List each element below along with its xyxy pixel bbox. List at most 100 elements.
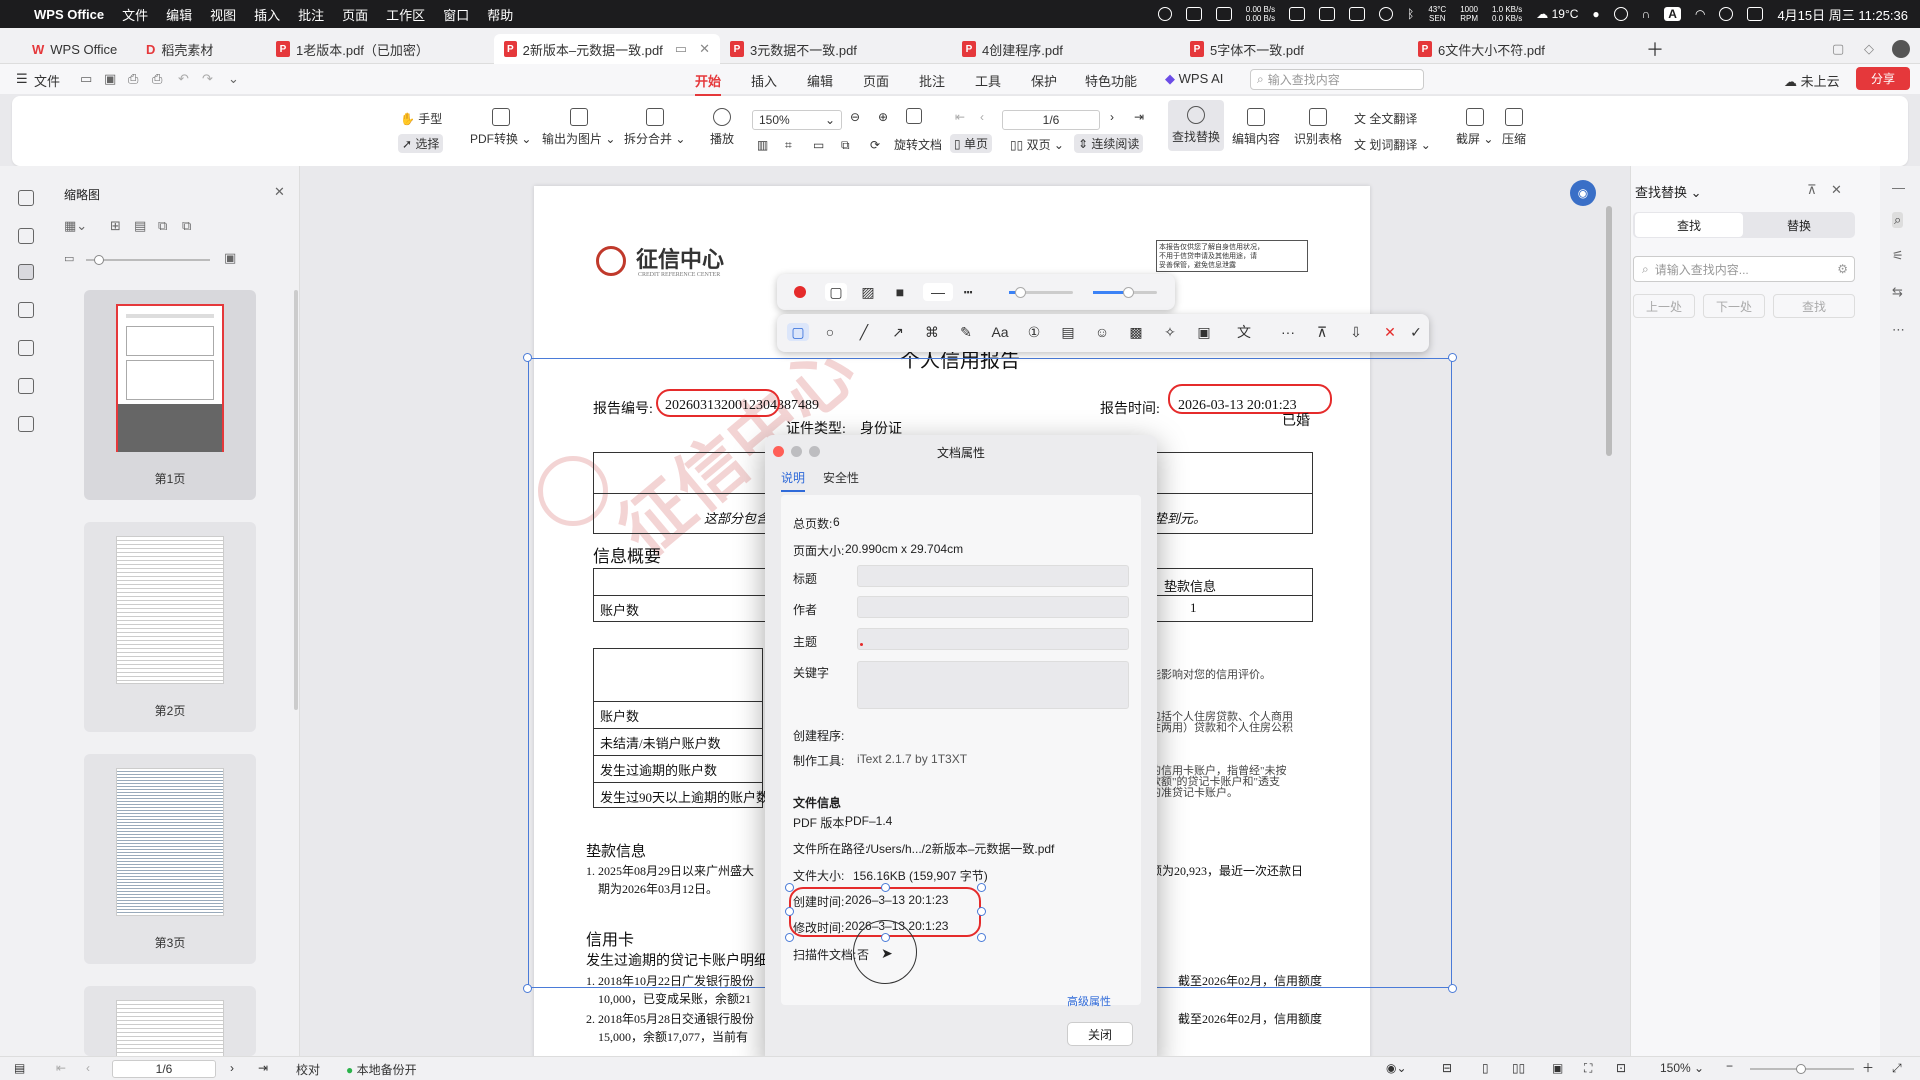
author-field[interactable] xyxy=(857,596,1129,618)
ribbon-tab-comment[interactable]: 批注 xyxy=(919,71,945,90)
comment-list-icon[interactable] xyxy=(18,302,34,318)
pen-tool-icon[interactable]: ✎ xyxy=(957,323,975,341)
zoom-slider-knob[interactable] xyxy=(1796,1064,1806,1074)
next-page-icon[interactable]: › xyxy=(1110,110,1114,124)
record-icon[interactable] xyxy=(1157,7,1172,21)
attachment-icon[interactable] xyxy=(18,340,34,356)
find-input[interactable]: ⌕ 请输入查找内容... ⚙ xyxy=(1633,256,1855,282)
keywords-field[interactable] xyxy=(857,661,1129,709)
split-merge-button[interactable]: 拆分合并 ⌄ xyxy=(624,108,685,147)
network-speed[interactable]: 0.00 B/s 0.00 B/s xyxy=(1246,5,1275,23)
eye-icon[interactable]: ◉⌄ xyxy=(1386,1061,1407,1075)
collapse-icon[interactable]: — xyxy=(1892,180,1905,195)
opacity-slider[interactable] xyxy=(1009,287,1073,298)
user-icon[interactable]: ● xyxy=(1592,7,1599,21)
title-field[interactable] xyxy=(857,565,1129,587)
fit-width-icon[interactable]: ▥ xyxy=(757,138,768,152)
recognize-table-button[interactable]: 识别表格 xyxy=(1294,108,1342,147)
input-method[interactable]: A xyxy=(1664,7,1681,21)
hamburger-menu-icon[interactable]: ☰ xyxy=(16,71,28,87)
stroke-style-fill-icon[interactable]: ■ xyxy=(891,283,909,301)
find-rail-icon[interactable]: ⌕ xyxy=(1892,212,1904,228)
crop-icon[interactable]: ⌗ xyxy=(785,138,792,153)
arrow-tool-icon[interactable]: ↗ xyxy=(889,323,907,341)
selection-handle[interactable] xyxy=(1448,984,1457,993)
hand-tool-button[interactable]: ✋ 手型 xyxy=(400,110,442,127)
proofread-button[interactable]: 校对 xyxy=(296,1061,320,1078)
thumbnail-scrollbar[interactable] xyxy=(294,290,298,710)
tab-security[interactable]: 安全性 xyxy=(823,469,859,486)
find-panel-title[interactable]: 查找替换 ⌄ xyxy=(1635,182,1702,201)
confirm-icon[interactable]: ✓ xyxy=(1407,323,1425,341)
number-tool-icon[interactable]: ① xyxy=(1025,323,1043,341)
ribbon-tab-page[interactable]: 页面 xyxy=(863,71,889,90)
file-menu[interactable]: 文件 xyxy=(34,71,60,90)
find-replace-button[interactable]: 查找替换 xyxy=(1168,100,1225,151)
headphones-icon[interactable]: ∩ xyxy=(1642,7,1651,21)
pin-icon[interactable]: ⊼ xyxy=(1313,323,1331,341)
bookmark-icon[interactable] xyxy=(18,228,34,244)
single-view-icon[interactable]: ▯ xyxy=(1482,1061,1489,1075)
blur-tool-icon[interactable]: ▩ xyxy=(1127,323,1145,341)
thumbnail-page-4[interactable] xyxy=(84,986,256,1060)
screen-icon[interactable] xyxy=(1185,7,1202,21)
next-page-icon[interactable]: › xyxy=(230,1061,234,1075)
sync-icon[interactable] xyxy=(1379,7,1394,21)
continuous-read-button[interactable]: ⇕ 连续阅读 xyxy=(1074,134,1144,153)
stack-icon[interactable] xyxy=(18,416,34,432)
tab-pdf-2-active[interactable]: P 2新版本–元数据一致.pdf ▭ ✕ xyxy=(494,34,720,64)
tab-pdf-5[interactable]: P 5字体不一致.pdf xyxy=(1180,34,1314,64)
new-tab-icon[interactable]: ＋ xyxy=(1636,34,1674,64)
thumbnail-page-2[interactable]: 第2页 xyxy=(84,522,256,732)
redo-icon[interactable]: ↷ xyxy=(202,71,213,87)
prev-match-button[interactable]: 上一处 xyxy=(1633,294,1695,318)
ribbon-tab-insert[interactable]: 插入 xyxy=(751,71,777,90)
double-page-button[interactable]: ▯▯ 双页 ⌄ xyxy=(1010,136,1064,153)
tab-pdf-1[interactable]: P 1老版本.pdf（已加密） xyxy=(266,34,439,64)
cpu-temp[interactable]: 43°C SEN xyxy=(1428,5,1446,23)
stroke-style-hatch-icon[interactable]: ▨ xyxy=(859,283,877,301)
backup-status[interactable]: ● 本地备份开 xyxy=(346,1061,417,1078)
advanced-properties-link[interactable]: 高级属性 xyxy=(1067,993,1111,1009)
share-button[interactable]: 分享 xyxy=(1856,67,1910,90)
magic-tool-icon[interactable]: ✧ xyxy=(1161,323,1179,341)
zoom-slider[interactable] xyxy=(1750,1064,1854,1074)
ribbon-tab-features[interactable]: 特色功能 xyxy=(1085,71,1137,90)
ocr-tool-icon[interactable]: ▣ xyxy=(1195,323,1213,341)
time-machine-icon[interactable] xyxy=(1613,7,1628,21)
menubar-edit[interactable]: 编辑 xyxy=(166,5,192,24)
translate-word-button[interactable]: ⽂ 划词翻译 ⌄ xyxy=(1354,136,1431,153)
ribbon-tab-edit[interactable]: 编辑 xyxy=(807,71,833,90)
fit-page-icon[interactable] xyxy=(906,108,922,128)
pin-panel-icon[interactable]: ⊼ xyxy=(1807,182,1817,198)
play-button[interactable]: 播放 xyxy=(710,108,734,147)
extract-page-icon[interactable]: ▤ xyxy=(134,218,146,234)
annotation-handle[interactable] xyxy=(977,883,986,892)
quick-access-dropdown-icon[interactable]: ⌄ xyxy=(228,71,239,87)
selection-handle[interactable] xyxy=(523,353,532,362)
annotation-handle[interactable] xyxy=(881,883,890,892)
save-icon[interactable]: ▣ xyxy=(104,71,116,87)
slider-knob[interactable] xyxy=(94,255,104,265)
book-view-icon[interactable]: ▣ xyxy=(1552,1061,1563,1075)
insert-page-icon[interactable]: ⊞ xyxy=(110,218,121,234)
menubar-datetime[interactable]: 4月15日 周三 11:25:36 xyxy=(1777,5,1908,24)
translate-tool-icon[interactable]: ⽂ xyxy=(1235,323,1253,341)
tab-replace[interactable]: 替换 xyxy=(1745,213,1853,237)
zoom-out-icon[interactable]: ⊖ xyxy=(850,110,860,124)
annotation-handle[interactable] xyxy=(785,933,794,942)
zoom-out-icon[interactable]: − xyxy=(1726,1059,1733,1073)
rotate-icon[interactable]: ⟳ xyxy=(870,138,880,152)
first-page-icon[interactable]: ⇤ xyxy=(56,1061,66,1075)
fullscreen-icon[interactable]: ⛶ xyxy=(1584,1061,1592,1076)
disk-speed[interactable]: 1.0 KB/s 0.0 KB/s xyxy=(1492,5,1522,23)
ribbon-tab-tools[interactable]: 工具 xyxy=(975,71,1001,90)
thumbnail-page-1[interactable]: 第1页 xyxy=(84,290,256,500)
tab-pdf-6[interactable]: P 6文件大小不符.pdf xyxy=(1408,34,1555,64)
zoom-in-icon[interactable]: ⊕ xyxy=(878,110,888,124)
cloud-status[interactable]: ☁ 未上云 xyxy=(1784,71,1840,90)
menubar-workspace[interactable]: 工作区 xyxy=(386,5,425,24)
tab-description[interactable]: 说明 xyxy=(781,469,806,492)
selection-handle[interactable] xyxy=(523,984,532,993)
callout-tool-icon[interactable]: ▤ xyxy=(1059,323,1077,341)
